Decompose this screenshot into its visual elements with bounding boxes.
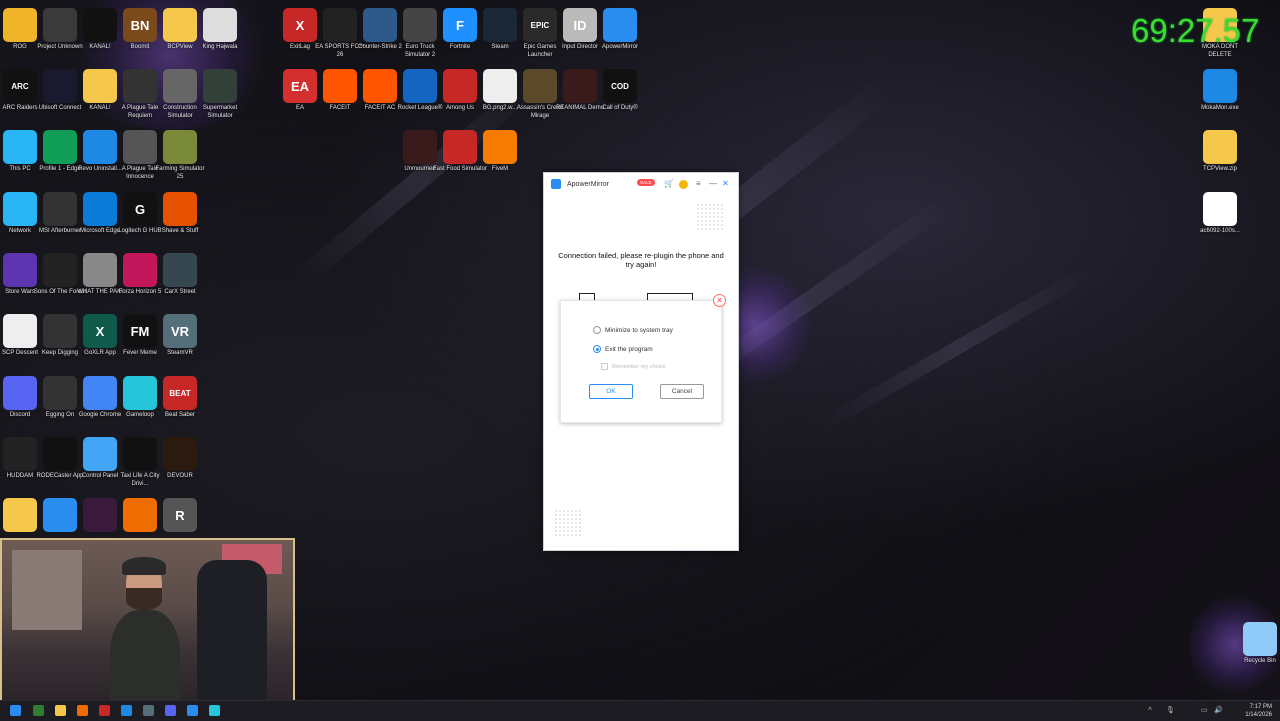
app-icon <box>203 69 237 103</box>
webcam-overlay <box>0 538 295 704</box>
dialog-close-icon[interactable]: ✕ <box>713 294 726 307</box>
app-icon <box>163 437 197 471</box>
taskbar-app-icon[interactable] <box>209 705 220 716</box>
taskbar-app-icon[interactable] <box>165 705 176 716</box>
exit-dialog: Minimize to system tray Exit the program… <box>560 300 722 423</box>
desktop-shortcut-label: FiveM <box>491 166 509 172</box>
clock-date: 1/14/2026 <box>1245 712 1272 718</box>
desktop-shortcut[interactable]: TCPView.zip <box>1192 130 1248 174</box>
speedrun-timer: 69:27.57 <box>1131 12 1260 49</box>
close-icon[interactable]: ✕ <box>722 179 729 189</box>
taskbar-app-icon[interactable] <box>143 705 154 716</box>
exit-radio[interactable] <box>593 345 601 353</box>
desktop-shortcut[interactable]: Supermarket Simulator <box>192 69 248 120</box>
desktop-shortcut[interactable]: FiveM <box>472 130 528 174</box>
menu-icon[interactable]: ≡ <box>696 179 701 189</box>
tray-chevron-icon[interactable]: ˄ <box>1148 706 1152 713</box>
taskbar-app-icon[interactable] <box>55 705 66 716</box>
title-bar[interactable]: ApowerMirror SALE 🛒 ≡ — ✕ <box>544 173 738 195</box>
microphone-icon[interactable]: 🎙 <box>1166 706 1175 714</box>
app-icon <box>483 130 517 164</box>
exit-option-label: Exit the program <box>605 345 653 353</box>
taskbar-app-icon[interactable] <box>77 705 88 716</box>
desktop-shortcut[interactable]: CarX Street <box>152 253 208 297</box>
desktop-shortcut-label: CarX Street <box>164 289 196 295</box>
desktop-shortcut-label: ApowerMirror <box>601 44 638 50</box>
desktop-shortcut-label: DEVOUR <box>167 473 193 479</box>
connection-error-message: Connection failed, please re-plugin the … <box>558 251 724 269</box>
background-shelf <box>12 550 82 630</box>
minimize-option-label: Minimize to system tray <box>605 326 673 334</box>
desktop-shortcut[interactable]: VR SteamVR <box>152 314 208 358</box>
remember-choice[interactable]: Remember my choice <box>601 363 666 370</box>
app-icon <box>203 8 237 42</box>
remember-label: Remember my choice <box>612 363 666 370</box>
desktop-shortcut[interactable]: MokaMon.exe <box>1192 69 1248 113</box>
taskbar-app-icon[interactable] <box>99 705 110 716</box>
app-icon <box>1243 622 1277 656</box>
network-icon[interactable]: ▭ <box>1201 706 1208 714</box>
desktop-shortcut[interactable]: DEVOUR <box>152 437 208 481</box>
app-icon: COD <box>603 69 637 103</box>
avatar[interactable] <box>679 180 688 189</box>
desktop-shortcut[interactable]: King Hajwala <box>192 8 248 52</box>
minimize-option[interactable]: Minimize to system tray <box>593 326 673 334</box>
start-button[interactable] <box>10 705 21 716</box>
desktop-shortcut-label: Recycle Bin <box>1244 658 1276 664</box>
app-icon <box>163 192 197 226</box>
minimize-radio[interactable] <box>593 326 601 334</box>
desktop-shortcut-label: Beat Saber <box>164 412 196 418</box>
desktop-shortcut-label: Supermarket Simulator <box>202 105 238 119</box>
desktop-shortcut-label: Farming Simulator 25 <box>155 166 205 180</box>
system-clock[interactable]: 7:17 PM 1/14/2026 <box>1245 703 1272 719</box>
desktop-shortcut-label: TCPView.zip <box>1203 166 1237 172</box>
taskbar: ˄ 🎙 ▭ 🔊 7:17 PM 1/14/2026 <box>0 700 1280 721</box>
desktop-shortcut[interactable]: COD Call of Duty® <box>592 69 648 113</box>
taskbar-app-icon[interactable] <box>187 705 198 716</box>
desktop-shortcut[interactable]: BEAT Beat Saber <box>152 376 208 420</box>
cancel-button[interactable]: Cancel <box>660 384 704 399</box>
volume-icon[interactable]: 🔊 <box>1214 706 1223 714</box>
desktop-shortcut-label: King Hajwala <box>202 44 238 50</box>
remember-checkbox[interactable] <box>601 363 608 370</box>
dot-pattern-decoration <box>554 509 582 537</box>
taskbar-app-icon[interactable] <box>33 705 44 716</box>
sale-badge[interactable]: SALE <box>637 179 655 186</box>
desktop-shortcut[interactable]: Farming Simulator 25 <box>152 130 208 181</box>
desktop-shortcut-label: Shave & Stuff <box>161 228 199 234</box>
window-title: ApowerMirror <box>567 180 610 188</box>
exit-option[interactable]: Exit the program <box>593 345 653 353</box>
apowermirror-logo-icon <box>551 179 561 189</box>
dot-pattern-decoration <box>696 203 724 231</box>
app-icon: BEAT <box>163 376 197 410</box>
clock-time: 7:17 PM <box>1249 704 1272 710</box>
gaming-chair <box>197 560 267 700</box>
app-icon: R <box>163 498 197 532</box>
cart-icon[interactable]: 🛒 <box>664 179 674 189</box>
minimize-icon[interactable]: — <box>709 179 717 189</box>
desktop-shortcut-label: Call of Duty® <box>602 105 638 111</box>
desktop-shortcut[interactable]: R <box>152 498 208 534</box>
app-icon: VR <box>163 314 197 348</box>
desktop-shortcut[interactable]: ac6092-100s... <box>1192 192 1248 236</box>
app-icon <box>163 130 197 164</box>
app-icon <box>163 253 197 287</box>
app-icon <box>1203 130 1237 164</box>
desktop-shortcut-label: SteamVR <box>167 350 193 356</box>
app-icon <box>1203 192 1237 226</box>
app-icon <box>603 8 637 42</box>
app-icon <box>1203 69 1237 103</box>
desktop-shortcut[interactable]: Shave & Stuff <box>152 192 208 236</box>
desktop-shortcut[interactable]: Recycle Bin <box>1232 622 1280 666</box>
desktop-shortcut-label: MokaMon.exe <box>1201 105 1239 111</box>
streamer <box>110 557 180 702</box>
desktop-shortcut-label: ac6092-100s... <box>1200 228 1240 234</box>
ok-button[interactable]: OK <box>589 384 633 399</box>
taskbar-app-icon[interactable] <box>121 705 132 716</box>
desktop-shortcut[interactable]: ApowerMirror <box>592 8 648 52</box>
